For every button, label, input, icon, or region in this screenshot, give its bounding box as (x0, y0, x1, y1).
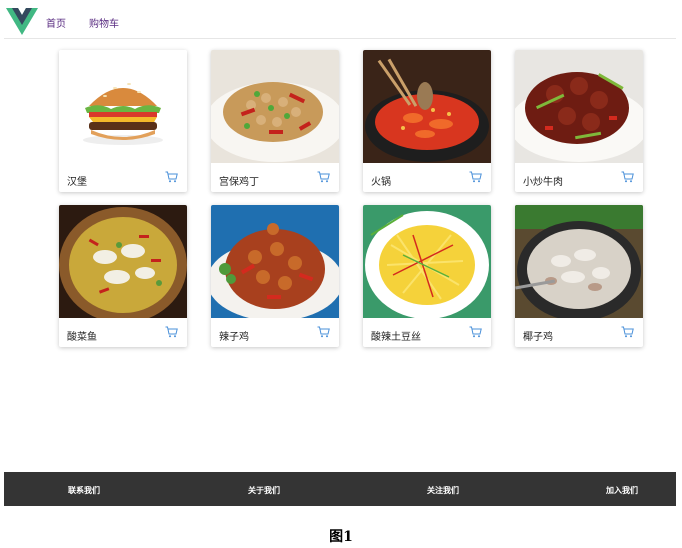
stir-fried-beef-image (515, 50, 643, 163)
product-name: 酸菜鱼 (67, 332, 97, 343)
shopping-cart-icon[interactable] (317, 326, 330, 338)
shopping-cart-icon[interactable] (621, 171, 634, 183)
vue-logo-icon[interactable] (6, 6, 38, 36)
shopping-cart-icon[interactable] (469, 326, 482, 338)
footer-bar: 联系我们 关于我们 关注我们 加入我们 (4, 472, 676, 506)
pickled-cabbage-fish-image (59, 205, 187, 318)
product-card-coconut-chicken[interactable]: 椰子鸡 (515, 205, 643, 347)
shopping-cart-icon[interactable] (165, 326, 178, 338)
product-card-spicy-chicken[interactable]: 辣子鸡 (211, 205, 339, 347)
shopping-cart-icon[interactable] (165, 171, 178, 183)
product-card-hot-pot[interactable]: 火锅 (363, 50, 491, 192)
product-name: 酸辣土豆丝 (371, 332, 421, 343)
product-card-pickled-cabbage-fish[interactable]: 酸菜鱼 (59, 205, 187, 347)
hot-pot-image (363, 50, 491, 163)
footer-link-follow-us[interactable]: 关注我们 (427, 485, 459, 496)
product-name: 小炒牛肉 (523, 177, 563, 188)
hamburger-image (59, 50, 187, 163)
spicy-chicken-image (211, 205, 339, 318)
top-navigation-bar: 首页 购物车 (4, 4, 676, 39)
hot-sour-potato-shreds-image (363, 205, 491, 318)
product-card-kung-pao-chicken[interactable]: 宫保鸡丁 (211, 50, 339, 192)
product-name: 汉堡 (67, 177, 87, 188)
footer-link-about-us[interactable]: 关于我们 (248, 485, 280, 496)
product-name: 椰子鸡 (523, 332, 553, 343)
product-card-stir-fried-beef[interactable]: 小炒牛肉 (515, 50, 643, 192)
kung-pao-chicken-image (211, 50, 339, 163)
product-name: 辣子鸡 (219, 332, 249, 343)
product-name: 火锅 (371, 177, 391, 188)
shopping-cart-icon[interactable] (621, 326, 634, 338)
figure-caption: 图1 (329, 529, 353, 545)
nav-link-cart[interactable]: 购物车 (89, 15, 119, 30)
footer-link-contact-us[interactable]: 联系我们 (68, 485, 100, 496)
app-page: 首页 购物车 汉堡 宫保鸡丁 火锅 小炒牛肉 酸菜鱼 辣子鸡 酸辣土豆丝 椰子鸡… (4, 4, 676, 506)
product-card-hamburger[interactable]: 汉堡 (59, 50, 187, 192)
coconut-chicken-image (515, 205, 643, 318)
product-name: 宫保鸡丁 (219, 177, 259, 188)
shopping-cart-icon[interactable] (469, 171, 482, 183)
shopping-cart-icon[interactable] (317, 171, 330, 183)
product-card-hot-sour-potato-shreds[interactable]: 酸辣土豆丝 (363, 205, 491, 347)
nav-link-home[interactable]: 首页 (46, 15, 66, 30)
footer-link-join-us[interactable]: 加入我们 (606, 485, 638, 496)
